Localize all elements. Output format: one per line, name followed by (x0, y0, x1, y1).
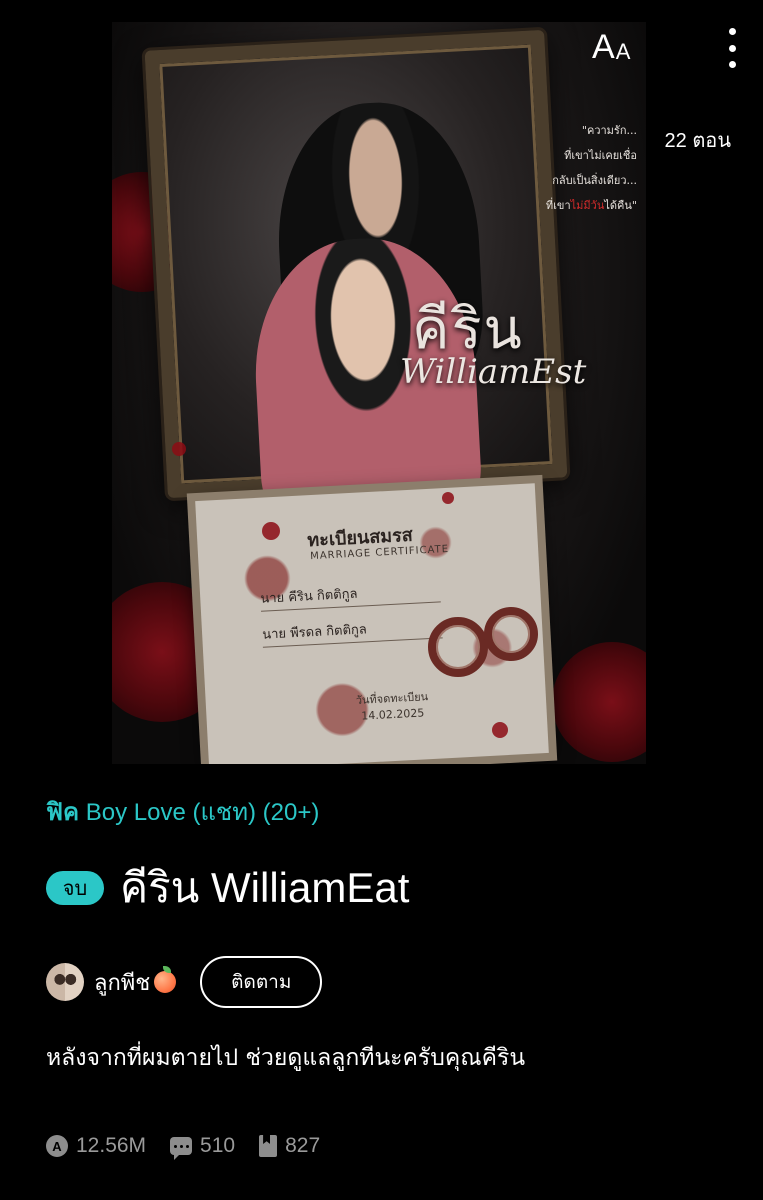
comments-icon (170, 1137, 193, 1160)
genre-category: Boy Love (แชท) (20+) (85, 799, 320, 826)
author-name[interactable]: ลูกพีช (94, 965, 150, 1000)
views-count: 12.56M (76, 1134, 147, 1157)
comments-stat: 510 (170, 1134, 236, 1160)
genre-prefix: ฟิค (46, 799, 80, 826)
ring-decoration (428, 617, 488, 677)
bookmarks-stat: 827 (259, 1134, 320, 1158)
title-row: จบ คีริน WilliamEat (46, 855, 409, 921)
author-row: ลูกพีช ติดตาม (46, 956, 323, 1008)
follow-button[interactable]: ติดตาม (200, 956, 323, 1008)
blood-splatter (262, 522, 280, 540)
more-vertical-icon[interactable] (722, 28, 742, 68)
ring-decoration (484, 607, 538, 661)
certificate-line: นาย พีรดล กิตติกูล (261, 614, 443, 648)
comments-count: 510 (200, 1134, 236, 1157)
bookmark-icon (259, 1135, 278, 1157)
status-badge: จบ (46, 871, 104, 905)
genre-label[interactable]: ฟิค Boy Love (แชท) (20+) (46, 792, 319, 831)
peach-icon (154, 966, 177, 993)
rose-decoration (552, 642, 646, 762)
certificate-line: นาย คีริน กิตติกูล (259, 578, 441, 612)
blood-splatter (442, 492, 454, 504)
blood-splatter (172, 442, 186, 456)
views-stat: A 12.56M (46, 1134, 146, 1158)
bookmarks-count: 827 (285, 1134, 321, 1157)
cover-photo-frame (144, 29, 568, 535)
blood-splatter (492, 722, 508, 738)
stats-row: A 12.56M 510 827 (46, 1134, 344, 1160)
font-size-button[interactable]: AA (592, 28, 630, 64)
avatar[interactable] (46, 963, 84, 1001)
cover-quote: "ความรัก... ที่เขาไม่เคยเชื่อ กลับเป็นสิ… (545, 124, 637, 212)
certificate-date: วันที่จดทะเบียน 14.02.2025 (355, 690, 429, 723)
cover-image: "ความรัก... ที่เขาไม่เคยเชื่อ กลับเป็นสิ… (112, 22, 646, 764)
views-icon: A (46, 1135, 68, 1157)
episode-count: 22 ตอน (664, 130, 731, 152)
cover-title-english: WilliamEst (400, 352, 587, 392)
story-title: คีริน WilliamEat (120, 864, 410, 911)
synopsis: หลังจากที่ผมตายไป ช่วยดูแลลูกทีนะครับคุณ… (46, 1045, 526, 1071)
